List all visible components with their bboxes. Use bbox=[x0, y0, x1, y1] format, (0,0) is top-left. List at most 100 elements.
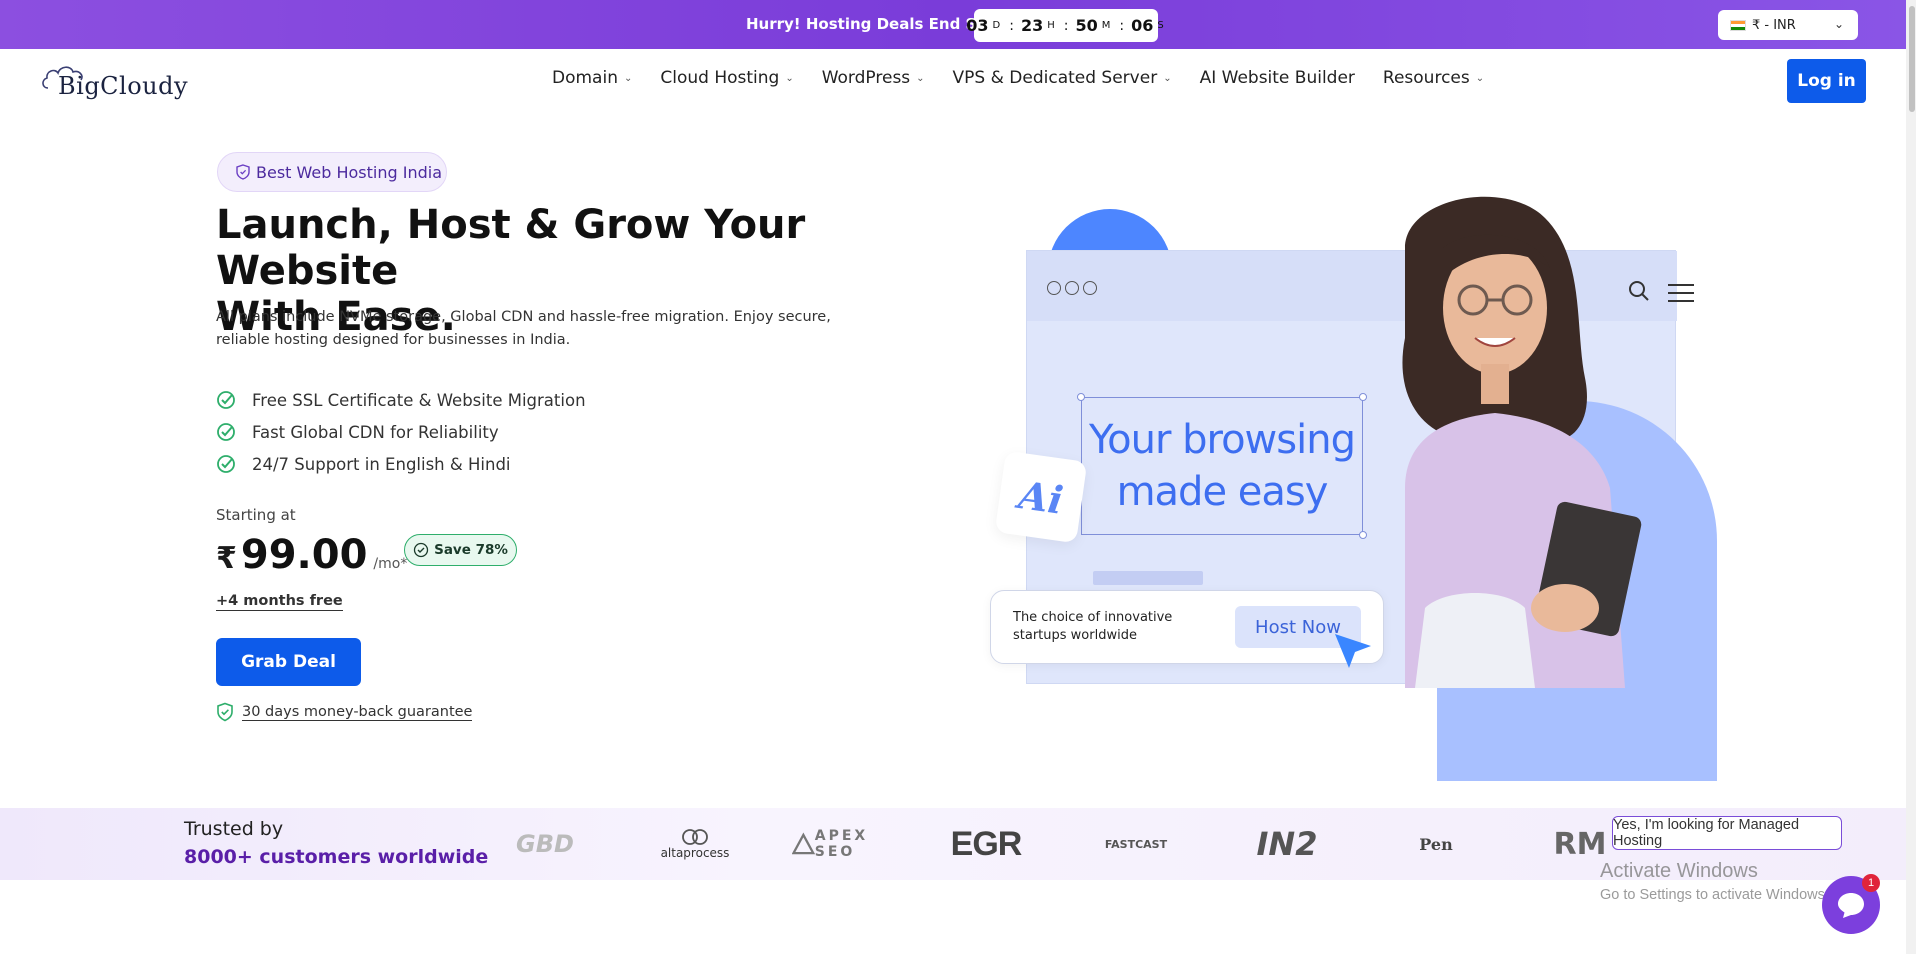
check-badge-icon bbox=[413, 542, 429, 558]
nav-item-cloud-hosting[interactable]: Cloud Hosting ⌄ bbox=[660, 68, 793, 88]
browsing-line2: made easy bbox=[1116, 469, 1329, 515]
scrollbar-track[interactable] bbox=[1906, 0, 1916, 954]
feature-item: 24/7 Support in English & Hindi bbox=[216, 448, 586, 480]
currency-selector[interactable]: ₹ - INR ⌄ bbox=[1718, 10, 1858, 40]
client-logo-label: altaprocess bbox=[660, 846, 730, 860]
watermark-line1: Activate Windows bbox=[1600, 860, 1758, 882]
feature-label: Free SSL Certificate & Website Migration bbox=[252, 390, 586, 410]
feature-item: Fast Global CDN for Reliability bbox=[216, 416, 586, 448]
free-months-link[interactable]: +4 months free bbox=[216, 592, 343, 611]
check-circle-icon bbox=[217, 391, 235, 409]
logo[interactable]: BigCloudy bbox=[40, 62, 210, 102]
resize-handle bbox=[1077, 393, 1085, 401]
placeholder-line bbox=[1093, 571, 1203, 585]
hero-badge-label: Best Web Hosting India bbox=[256, 162, 443, 182]
feature-label: Fast Global CDN for Reliability bbox=[252, 422, 499, 442]
countdown-separator: : bbox=[1119, 17, 1125, 34]
window-dots bbox=[1047, 281, 1097, 295]
chevron-down-icon: ⌄ bbox=[1475, 72, 1485, 84]
logo-text: BigCloudy bbox=[58, 72, 189, 100]
countdown-minutes: 50 bbox=[1075, 16, 1098, 35]
chat-suggestion-button[interactable]: Yes, I'm looking for Managed Hosting bbox=[1612, 816, 1842, 850]
activate-windows-watermark: Activate Windows Go to Settings to activ… bbox=[1600, 860, 1829, 903]
chevron-down-icon: ⌄ bbox=[785, 72, 794, 84]
countdown-separator: : bbox=[1063, 17, 1069, 34]
browsing-line1: Your browsing bbox=[1089, 417, 1356, 463]
client-logo-altaprocess: altaprocess bbox=[650, 822, 740, 866]
chevron-down-icon: ⌄ bbox=[1163, 72, 1172, 84]
card-text: The choice of innovative startups worldw… bbox=[1013, 610, 1173, 643]
client-logo-gbd: GBD bbox=[516, 830, 574, 858]
check-circle-icon bbox=[217, 423, 235, 441]
page: Hurry! Hosting Deals End Soon : 03 D : 2… bbox=[0, 0, 1916, 954]
countdown-separator: : bbox=[1009, 17, 1014, 34]
nav-item-wordpress[interactable]: WordPress ⌄ bbox=[822, 68, 925, 88]
altaprocess-logo-icon bbox=[682, 829, 708, 845]
hero-badge: Best Web Hosting India bbox=[217, 152, 447, 192]
apex-triangle-icon bbox=[792, 832, 815, 855]
main-nav: Domain ⌄ Cloud Hosting ⌄ WordPress ⌄ VPS… bbox=[552, 68, 1512, 88]
window-dot-icon bbox=[1047, 281, 1061, 295]
cursor-pointer-icon bbox=[1335, 634, 1371, 668]
chat-bubble-icon bbox=[1838, 893, 1864, 918]
client-logo-apex: APEX SEO bbox=[792, 822, 892, 866]
feature-item: Free SSL Certificate & Website Migration bbox=[216, 384, 586, 416]
ai-badge-label: Ai bbox=[1016, 471, 1066, 523]
scrollbar-thumb[interactable] bbox=[1909, 6, 1915, 112]
nav-label: WordPress bbox=[821, 68, 911, 88]
host-now-card: The choice of innovative startups worldw… bbox=[990, 590, 1384, 664]
countdown-seconds: 06 bbox=[1131, 16, 1154, 35]
price-period: /mo* bbox=[373, 556, 408, 572]
client-logo-label: APEX SEO bbox=[814, 828, 869, 860]
nav-label: VPS & Dedicated Server bbox=[952, 68, 1158, 88]
countdown-days-unit: D bbox=[992, 20, 1001, 31]
chevron-down-icon: ⌄ bbox=[916, 72, 925, 84]
window-dot-icon bbox=[1083, 281, 1097, 295]
countdown-days: 03 bbox=[966, 16, 989, 35]
price-amount: 99.00 bbox=[240, 532, 368, 578]
unread-count-badge: 1 bbox=[1862, 874, 1880, 892]
nav-item-resources[interactable]: Resources ⌄ bbox=[1383, 68, 1484, 88]
client-logo-pen: Pen bbox=[1419, 834, 1453, 854]
hero-subcopy: All plans include NVMe storage, Global C… bbox=[216, 309, 831, 348]
currency-label: ₹ - INR bbox=[1752, 17, 1796, 33]
nav-item-vps-dedicated[interactable]: VPS & Dedicated Server ⌄ bbox=[953, 68, 1172, 88]
save-badge-label: Save 78% bbox=[434, 542, 508, 558]
shield-icon bbox=[236, 164, 250, 180]
guarantee-label: 30 days money-back guarantee bbox=[242, 703, 473, 721]
login-button[interactable]: Log in bbox=[1787, 59, 1866, 103]
feature-list: Free SSL Certificate & Website Migration… bbox=[216, 384, 586, 480]
money-back-guarantee[interactable]: 30 days money-back guarantee bbox=[216, 702, 473, 722]
starting-at-label: Starting at bbox=[216, 506, 296, 524]
countdown-seconds-unit: S bbox=[1157, 20, 1164, 31]
chevron-down-icon: ⌄ bbox=[1833, 17, 1844, 31]
shield-check-icon bbox=[217, 702, 233, 722]
window-dot-icon bbox=[1065, 281, 1079, 295]
promo-bar: Hurry! Hosting Deals End Soon : 03 D : 2… bbox=[0, 0, 1906, 49]
nav-label: Resources bbox=[1382, 68, 1470, 88]
nav-item-domain[interactable]: Domain ⌄ bbox=[552, 68, 632, 88]
trusted-title: Trusted by bbox=[184, 818, 284, 840]
grab-deal-button[interactable]: Grab Deal bbox=[216, 638, 361, 686]
hero-headline-line1: Launch, Host & Grow Your Website bbox=[216, 202, 806, 294]
hero-illustration: Your browsing made easy Ai The choice of… bbox=[990, 180, 1717, 781]
nav-label: Cloud Hosting bbox=[660, 68, 780, 88]
chevron-down-icon: ⌄ bbox=[623, 72, 633, 84]
watermark-line2: Go to Settings to activate Windows. bbox=[1600, 887, 1829, 903]
client-logo-in2: IN2 bbox=[1256, 825, 1318, 863]
check-circle-icon bbox=[217, 455, 235, 473]
browsing-text-box: Your browsing made easy bbox=[1077, 393, 1367, 539]
nav-item-ai-website-builder[interactable]: AI Website Builder bbox=[1200, 68, 1355, 88]
nav-label: Domain bbox=[552, 68, 618, 88]
feature-label: 24/7 Support in English & Hindi bbox=[252, 454, 511, 474]
countdown-minutes-unit: M bbox=[1101, 20, 1111, 31]
price: ₹ 99.00 /mo* bbox=[216, 532, 407, 578]
countdown-hours-unit: H bbox=[1047, 20, 1055, 31]
india-flag-icon bbox=[1730, 19, 1746, 31]
ai-badge: Ai bbox=[994, 450, 1088, 544]
woman-holding-tablet-image bbox=[1402, 196, 1642, 688]
hamburger-menu-icon bbox=[1668, 284, 1694, 302]
client-logo-egr: EGR bbox=[950, 824, 1023, 863]
client-logo-fastcast: FASTCAST bbox=[1104, 837, 1168, 851]
countdown-timer: 03 D : 23 H : 50 M : 06 S bbox=[966, 9, 1164, 42]
